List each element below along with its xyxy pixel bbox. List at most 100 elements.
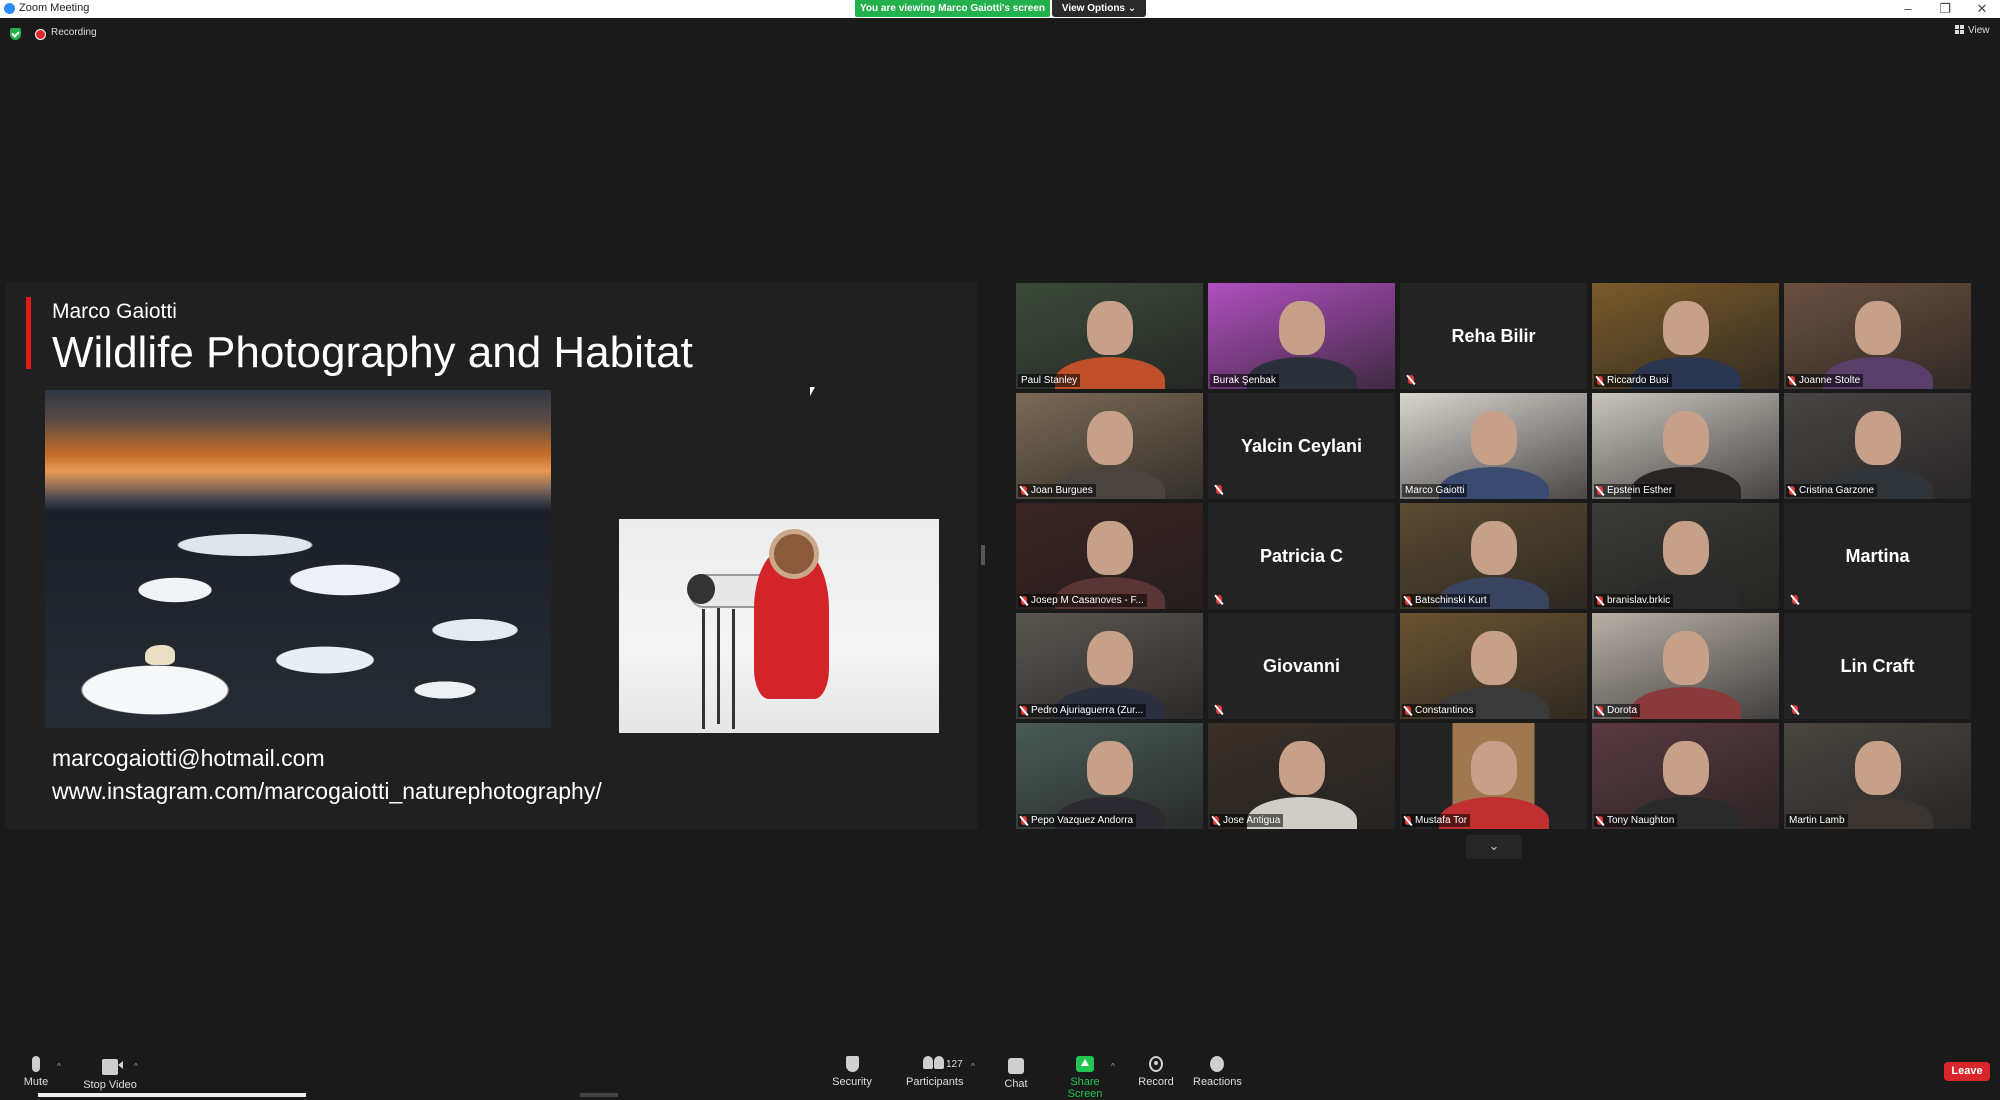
- participant-name-label: Riccardo Busi: [1594, 374, 1672, 387]
- share-screen-arrow-icon: [1076, 1056, 1094, 1072]
- participant-tile[interactable]: Cristina Garzone: [1784, 393, 1971, 499]
- mic-muted-icon: [1597, 816, 1603, 825]
- video-gallery: Paul Stanley Burak Şenbak Reha Bilir Riccar…: [1016, 283, 1972, 829]
- close-window-button[interactable]: ✕: [1967, 1, 1997, 17]
- restore-button[interactable]: ❐: [1930, 1, 1960, 17]
- audio-options-caret-icon[interactable]: ^: [57, 1062, 61, 1071]
- share-options-caret-icon[interactable]: ^: [1111, 1062, 1115, 1071]
- participant-tile[interactable]: Reha Bilir: [1400, 283, 1587, 389]
- mic-muted-icon: [1405, 596, 1411, 605]
- view-layout-label: View: [1968, 25, 1990, 36]
- participant-tile[interactable]: Yalcin Ceylani: [1208, 393, 1395, 499]
- view-layout-button[interactable]: View: [1955, 25, 1990, 36]
- share-screen-button[interactable]: Share Screen: [1055, 1056, 1115, 1100]
- mic-muted-icon: [1792, 595, 1798, 604]
- mic-muted-icon: [1789, 376, 1795, 385]
- minimize-button[interactable]: –: [1893, 1, 1923, 16]
- mute-button[interactable]: Mute: [20, 1056, 52, 1088]
- reactions-button[interactable]: Reactions: [1193, 1056, 1242, 1088]
- participant-tile[interactable]: Epstein Esther: [1592, 393, 1779, 499]
- participant-tile[interactable]: Martina: [1784, 503, 1971, 609]
- mic-muted-icon: [1021, 596, 1027, 605]
- microphone-icon: [32, 1056, 40, 1072]
- participant-tile[interactable]: Marco Gaiotti: [1400, 393, 1587, 499]
- participant-name-label: Burak Şenbak: [1210, 374, 1279, 387]
- participant-name: Lin Craft: [1840, 655, 1915, 676]
- participant-name-label: Batschinski Kurt: [1402, 594, 1490, 607]
- participant-name: Mustafa Tor: [1415, 815, 1468, 826]
- participant-tile[interactable]: Riccardo Busi: [1592, 283, 1779, 389]
- security-button[interactable]: Security: [830, 1056, 874, 1088]
- leave-meeting-button[interactable]: Leave: [1944, 1062, 1990, 1081]
- participant-silhouette-head: [1086, 741, 1133, 795]
- participant-tile[interactable]: Batschinski Kurt: [1400, 503, 1587, 609]
- participant-silhouette-head: [1086, 521, 1133, 575]
- chat-button[interactable]: Chat: [1002, 1056, 1030, 1090]
- participant-tile[interactable]: branislav.brkic: [1592, 503, 1779, 609]
- stop-video-button[interactable]: Stop Video: [82, 1056, 138, 1091]
- participant-name-label: Epstein Esther: [1594, 484, 1676, 497]
- people-icon: [923, 1056, 945, 1072]
- zoom-app-icon: [4, 3, 15, 14]
- participant-tile[interactable]: Patricia C: [1208, 503, 1395, 609]
- fur-hood-figure: [769, 529, 819, 579]
- participant-name: Paul Stanley: [1021, 375, 1078, 386]
- shared-screen-slide: Marco Gaiotti Wildlife Photography and H…: [5, 282, 978, 829]
- participant-silhouette-head: [1854, 741, 1901, 795]
- mic-muted-icon: [1216, 485, 1222, 494]
- split-view-resize-handle[interactable]: [981, 545, 985, 565]
- participant-name: branislav.brkic: [1607, 595, 1671, 606]
- participant-name-label: Tony Naughton: [1594, 814, 1678, 827]
- record-button[interactable]: Record: [1138, 1056, 1174, 1088]
- participant-name: Tony Naughton: [1607, 815, 1675, 826]
- mic-muted-icon: [1597, 486, 1603, 495]
- participant-tile[interactable]: Pepo Vazquez Andorra: [1016, 723, 1203, 829]
- viewing-screen-banner: You are viewing Marco Gaiotti's screen: [855, 0, 1050, 17]
- participant-tile[interactable]: Giovanni: [1208, 613, 1395, 719]
- participants-options-caret-icon[interactable]: ^: [971, 1062, 975, 1071]
- mic-muted-icon: [1405, 816, 1411, 825]
- recording-label: Recording: [51, 27, 97, 38]
- participants-label: Participants: [906, 1076, 964, 1088]
- gallery-next-page-button[interactable]: ⌄: [1466, 835, 1522, 859]
- participant-tile[interactable]: Martin Lamb: [1784, 723, 1971, 829]
- encryption-shield-icon[interactable]: [10, 28, 21, 40]
- video-options-caret-icon[interactable]: ^: [134, 1062, 138, 1071]
- participant-tile[interactable]: Tony Naughton: [1592, 723, 1779, 829]
- participant-tile[interactable]: Joanne Stolte: [1784, 283, 1971, 389]
- participant-tile[interactable]: Burak Şenbak: [1208, 283, 1395, 389]
- participant-silhouette-head: [1086, 631, 1133, 685]
- mic-muted-icon: [1408, 375, 1414, 384]
- participant-tile[interactable]: Dorota: [1592, 613, 1779, 719]
- participant-name: Marco Gaiotti: [1405, 485, 1465, 496]
- participant-tile[interactable]: Paul Stanley: [1016, 283, 1203, 389]
- polar-bear-figure: [145, 645, 175, 665]
- mic-muted-icon: [1405, 706, 1411, 715]
- video-camera-icon: [102, 1059, 123, 1075]
- participant-tile[interactable]: Joan Burgues: [1016, 393, 1203, 499]
- participant-name-label: Dorota: [1594, 704, 1641, 717]
- participant-name: Batschinski Kurt: [1415, 595, 1487, 606]
- participant-tile[interactable]: Lin Craft: [1784, 613, 1971, 719]
- view-options-label: View Options: [1061, 3, 1125, 14]
- participant-silhouette-head: [1662, 741, 1709, 795]
- record-icon: [1149, 1056, 1163, 1072]
- mic-muted-icon: [1597, 596, 1603, 605]
- participant-tile[interactable]: Pedro Ajuriaguerra (Zur...: [1016, 613, 1203, 719]
- participant-name: Epstein Esther: [1607, 485, 1673, 496]
- participant-name: Joanne Stolte: [1799, 375, 1861, 386]
- security-label: Security: [832, 1076, 872, 1088]
- participant-silhouette-head: [1470, 741, 1517, 795]
- participant-name-label: Marco Gaiotti: [1402, 484, 1468, 497]
- grid-icon: [1955, 25, 1964, 34]
- chevron-down-icon: ⌄: [1488, 838, 1500, 853]
- participant-tile[interactable]: Josep M Casanoves - F...: [1016, 503, 1203, 609]
- sea-ice-sunset-photo: [45, 390, 551, 728]
- participants-count-badge: 127: [946, 1059, 963, 1070]
- view-options-button[interactable]: View Options ⌄: [1052, 0, 1146, 17]
- mic-muted-icon: [1789, 486, 1795, 495]
- participant-tile[interactable]: Mustafa Tor: [1400, 723, 1587, 829]
- taskbar-strip: [38, 1093, 306, 1097]
- participant-tile[interactable]: Jose Antigua: [1208, 723, 1395, 829]
- participant-tile[interactable]: Constantinos: [1400, 613, 1587, 719]
